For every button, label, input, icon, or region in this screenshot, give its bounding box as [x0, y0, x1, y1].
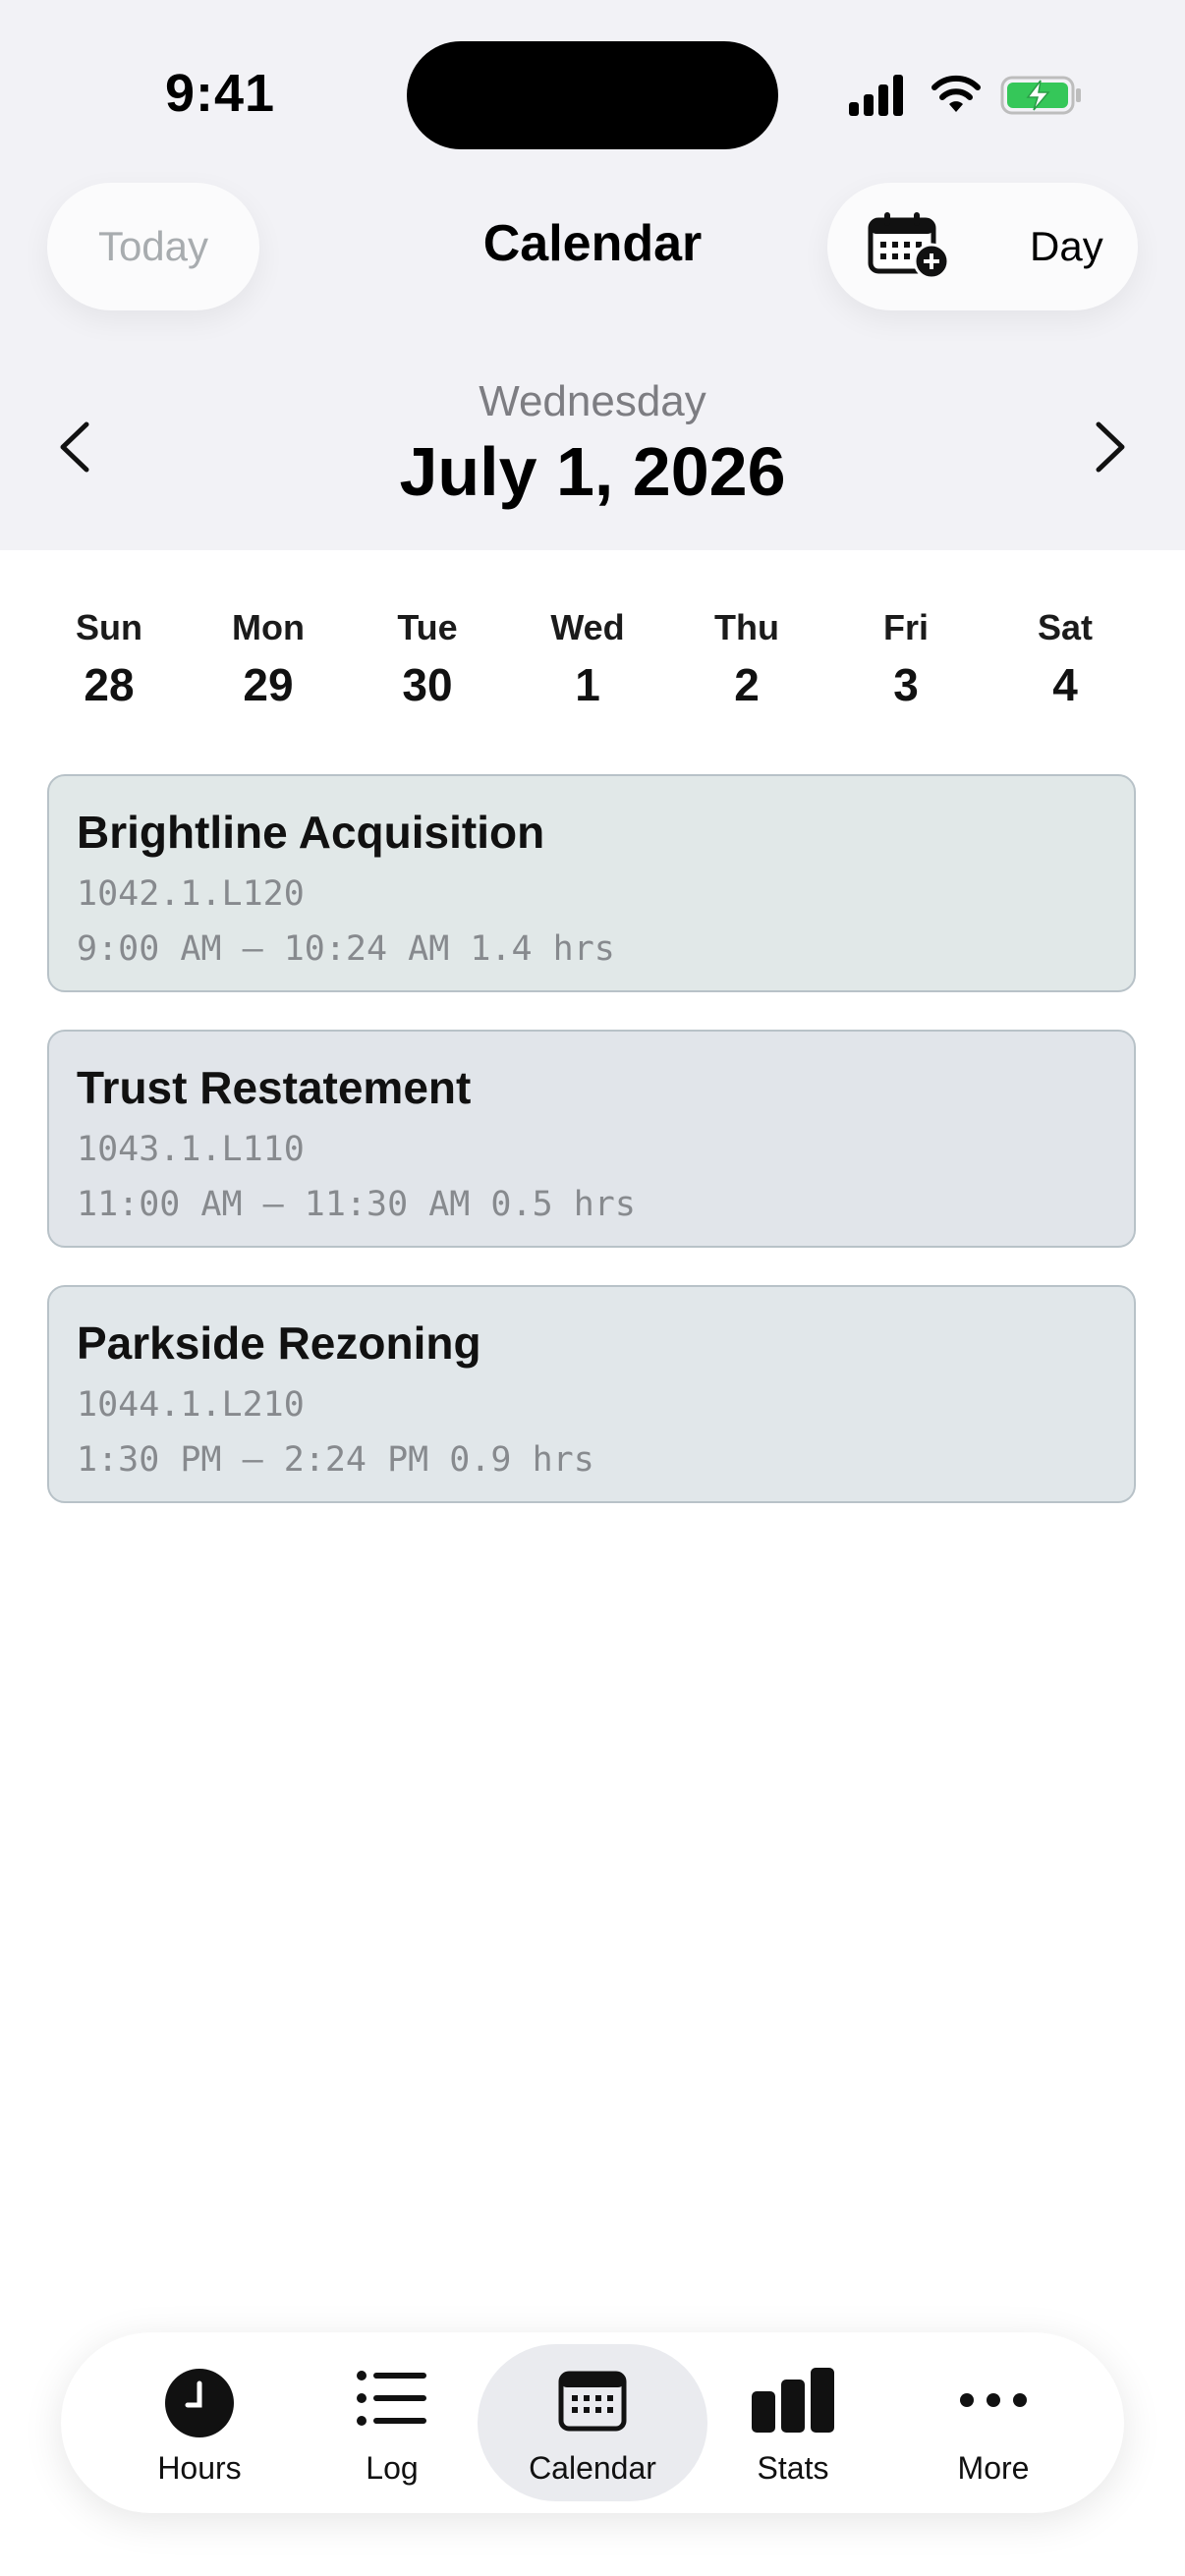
dynamic-island — [407, 41, 778, 149]
tab-label: More — [957, 2450, 1030, 2486]
clock-icon — [165, 2369, 234, 2437]
week-day-selected[interactable]: Wed 1 — [508, 607, 667, 711]
tab-label: Log — [366, 2450, 419, 2486]
today-label: Today — [97, 223, 209, 269]
tab-label: Hours — [157, 2450, 242, 2486]
chevron-left-icon[interactable] — [53, 419, 98, 476]
ellipsis-icon — [960, 2393, 1027, 2407]
event-code: 1043.1.L110 — [77, 1130, 305, 1169]
cellular-signal-icon — [849, 75, 903, 116]
week-day[interactable]: Fri 3 — [826, 607, 986, 711]
event-title: Parkside Rezoning — [77, 1317, 481, 1369]
week-day-number: 28 — [84, 659, 135, 710]
battery-charging-icon — [1000, 76, 1081, 115]
week-day-name: Mon — [232, 607, 305, 647]
week-day-number: 30 — [402, 659, 453, 710]
tab-bar: Hours Log Calendar Stats More — [61, 2332, 1124, 2513]
week-day-number: 2 — [734, 659, 760, 710]
event-card[interactable]: Brightline Acquisition 1042.1.L120 9:00 … — [47, 774, 1136, 992]
tab-calendar[interactable]: Calendar — [478, 2332, 707, 2513]
week-day-name: Sat — [1037, 607, 1094, 647]
week-day-number: 4 — [1052, 659, 1078, 710]
week-day[interactable]: Sun 28 — [29, 607, 189, 711]
status-time: 9:41 — [165, 64, 276, 123]
event-title: Brightline Acquisition — [77, 807, 545, 858]
event-time-range: 11:00 AM — 11:30 AM 0.5 hrs — [77, 1185, 636, 1224]
week-day[interactable]: Mon 29 — [189, 607, 348, 711]
calendar-icon — [558, 2371, 627, 2432]
week-day[interactable]: Sat 4 — [986, 607, 1145, 711]
event-title: Trust Restatement — [77, 1062, 472, 1113]
event-time-range: 9:00 AM — 10:24 AM 1.4 hrs — [77, 929, 615, 969]
view-mode-toggle[interactable]: Day — [1030, 183, 1103, 310]
week-day-number: 29 — [243, 659, 294, 710]
event-code: 1042.1.L120 — [77, 874, 305, 914]
event-card[interactable]: Trust Restatement 1043.1.L110 11:00 AM —… — [47, 1030, 1136, 1248]
selected-date: July 1, 2026 — [399, 433, 786, 510]
week-day-name: Sun — [76, 607, 142, 647]
week-day-name: Fri — [882, 607, 929, 647]
tab-log[interactable]: Log — [318, 2332, 466, 2513]
week-strip: Sun 28 Mon 29 Tue 30 Wed 1 Thu 2 Fri 3 S… — [29, 607, 1156, 725]
week-day-name: Tue — [397, 607, 458, 647]
week-day-number: 3 — [893, 659, 919, 710]
list-icon — [357, 2371, 426, 2426]
page-title: Calendar — [482, 215, 703, 272]
event-time-range: 1:30 PM — 2:24 PM 0.9 hrs — [77, 1440, 594, 1480]
week-day-name: Wed — [550, 607, 625, 647]
week-day-number: 1 — [575, 659, 600, 710]
week-day[interactable]: Thu 2 — [667, 607, 826, 711]
wifi-icon — [931, 75, 981, 112]
today-button[interactable]: Today — [47, 183, 259, 310]
status-bar: 9:41 — [0, 0, 1185, 187]
selected-weekday: Wednesday — [479, 377, 706, 425]
week-day-name: Thu — [714, 607, 779, 647]
event-card[interactable]: Parkside Rezoning 1044.1.L210 1:30 PM — … — [47, 1285, 1136, 1503]
add-event-calendar-icon[interactable] — [867, 210, 951, 281]
week-day[interactable]: Tue 30 — [348, 607, 507, 711]
chevron-right-icon[interactable] — [1087, 419, 1132, 476]
event-code: 1044.1.L210 — [77, 1385, 305, 1425]
tab-label: Stats — [757, 2450, 829, 2486]
calendar-options-pill: Day — [827, 183, 1138, 310]
tab-label: Calendar — [529, 2450, 656, 2486]
tab-stats[interactable]: Stats — [719, 2332, 867, 2513]
tab-hours[interactable]: Hours — [126, 2332, 273, 2513]
bar-chart-icon — [752, 2368, 834, 2433]
tab-more[interactable]: More — [920, 2332, 1067, 2513]
